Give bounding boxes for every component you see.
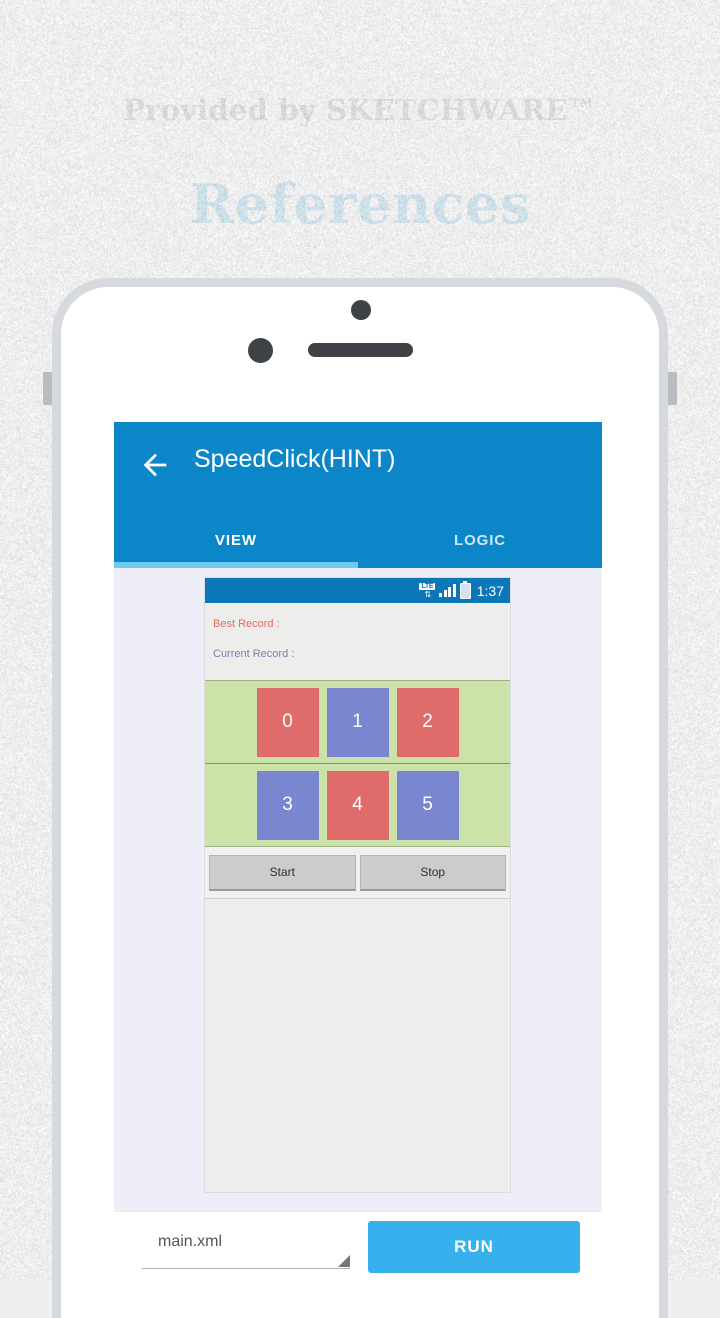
- start-button[interactable]: Start: [209, 855, 356, 891]
- lte-data-arrows-icon: ⇅: [424, 591, 430, 599]
- sensor-dot-icon: [248, 338, 273, 363]
- app-bar-title: SpeedClick(HINT): [194, 445, 395, 474]
- number-button-3[interactable]: 3: [257, 771, 319, 840]
- tab-bar: VIEW LOGIC: [114, 512, 602, 568]
- run-button[interactable]: RUN: [368, 1221, 580, 1273]
- tab-view[interactable]: VIEW: [114, 512, 358, 568]
- bottom-action-bar: main.xml RUN: [114, 1211, 602, 1280]
- lte-badge-label: LTE: [419, 583, 435, 590]
- grid-row: 3 4 5: [205, 764, 510, 846]
- view-editor-canvas[interactable]: LTE ⇅ 1:37 Best Record : Current Record …: [114, 568, 602, 1211]
- status-icon-group: LTE ⇅ 1:37: [419, 578, 504, 603]
- app-bar: SpeedClick(HINT): [114, 422, 602, 512]
- status-bar-clock: 1:37: [477, 583, 504, 599]
- dropdown-caret-icon: [338, 1255, 350, 1267]
- lte-icon: LTE ⇅: [419, 583, 435, 599]
- number-button-0[interactable]: 0: [257, 688, 319, 757]
- back-arrow-icon[interactable]: [138, 448, 172, 482]
- app-screen: SpeedClick(HINT) VIEW LOGIC LTE ⇅ 1:37 B…: [114, 422, 602, 1280]
- signal-bars-icon: [439, 584, 456, 597]
- stop-button[interactable]: Stop: [360, 855, 507, 891]
- device-preview[interactable]: LTE ⇅ 1:37 Best Record : Current Record …: [205, 578, 510, 1192]
- grid-row: 0 1 2: [205, 681, 510, 764]
- front-camera-icon: [351, 300, 371, 320]
- file-selector-spinner[interactable]: main.xml: [142, 1226, 350, 1269]
- tab-logic[interactable]: LOGIC: [358, 512, 602, 568]
- number-button-5[interactable]: 5: [397, 771, 459, 840]
- number-button-1[interactable]: 1: [327, 688, 389, 757]
- file-selector-value: main.xml: [158, 1233, 222, 1251]
- current-record-label: Current Record :: [205, 648, 510, 660]
- number-button-4[interactable]: 4: [327, 771, 389, 840]
- preview-status-bar: LTE ⇅ 1:37: [205, 578, 510, 603]
- earpiece-speaker-icon: [308, 343, 413, 357]
- number-button-2[interactable]: 2: [397, 688, 459, 757]
- phone-side-button-right: [668, 372, 677, 405]
- control-button-row: Start Stop: [205, 847, 510, 899]
- phone-side-button-left: [43, 372, 52, 405]
- number-button-grid: 0 1 2 3 4 5: [205, 680, 510, 847]
- battery-icon: [460, 583, 471, 599]
- best-record-label: Best Record :: [205, 618, 510, 630]
